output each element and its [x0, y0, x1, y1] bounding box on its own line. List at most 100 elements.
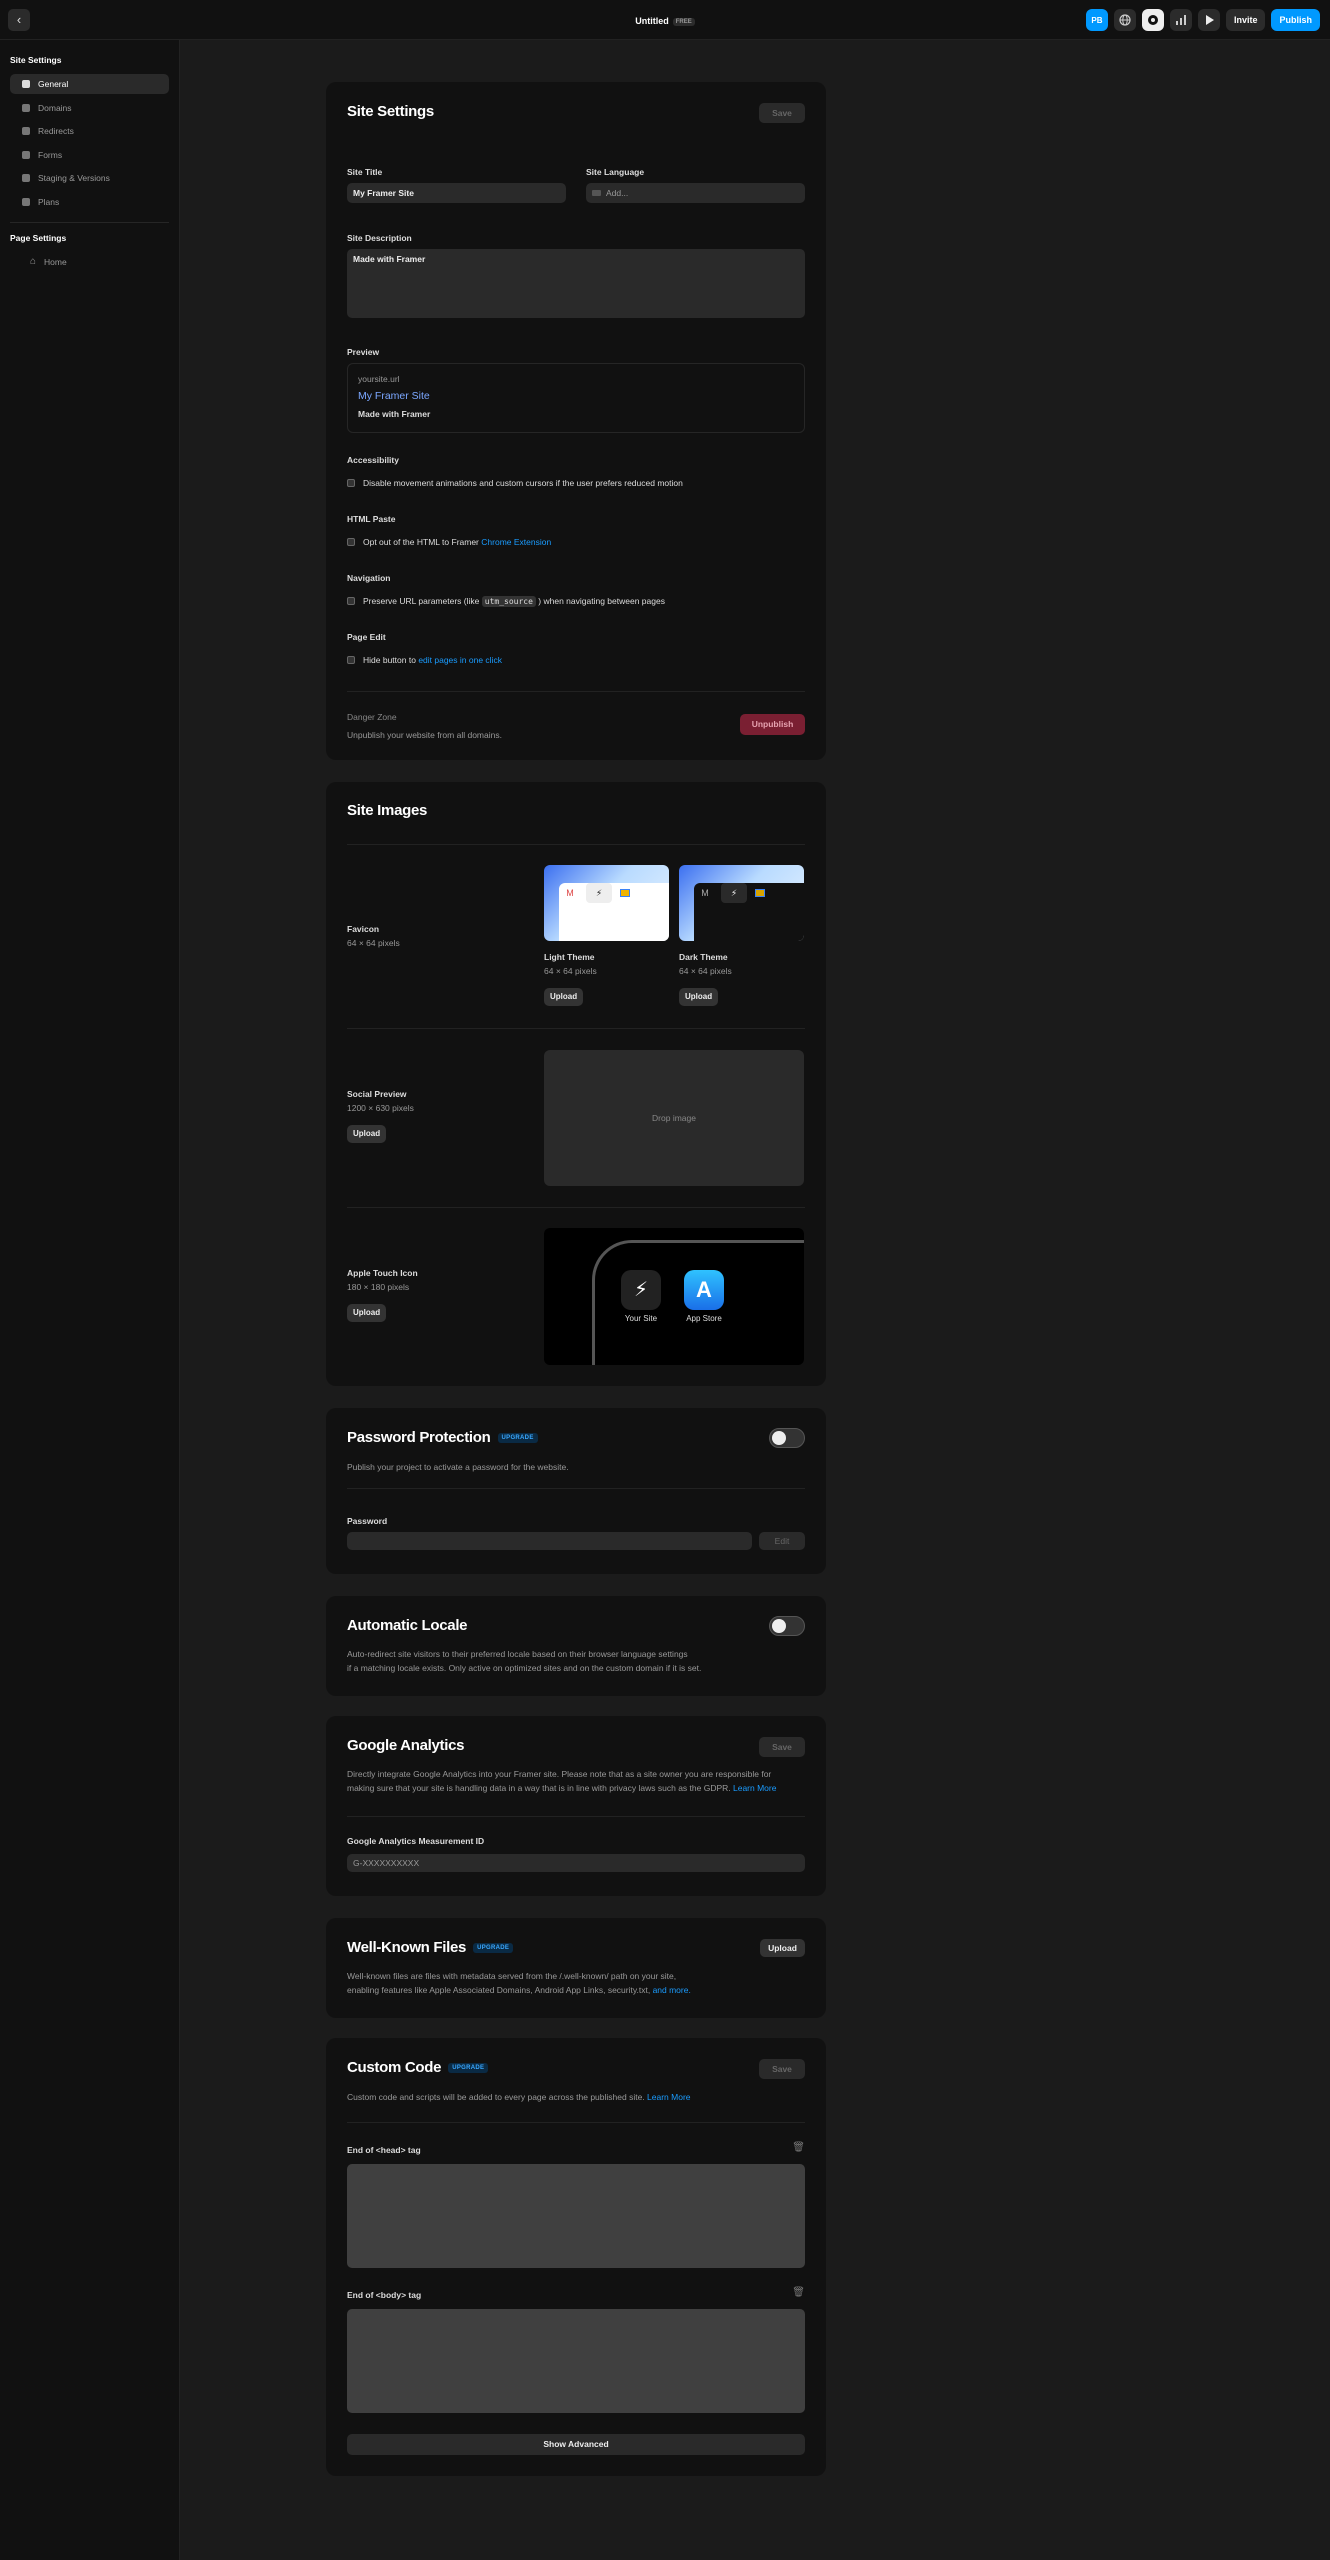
html-paste-checkbox[interactable] [347, 538, 355, 546]
learn-more-link[interactable]: Learn More [733, 1783, 776, 1793]
page-edit-checkbox[interactable] [347, 656, 355, 664]
site-language-select[interactable]: Add... [586, 183, 805, 203]
plan-badge: FREE [672, 18, 695, 26]
sidebar-item-domains[interactable]: Domains [10, 98, 169, 118]
sidebar-item-forms[interactable]: Forms [10, 145, 169, 165]
accessibility-checkbox[interactable] [347, 479, 355, 487]
social-drop-zone[interactable]: Drop image [544, 1050, 804, 1186]
html-paste-option[interactable]: Opt out of the HTML to Framer Chrome Ext… [347, 537, 551, 547]
sidebar-item-redirects[interactable]: Redirects [10, 121, 169, 141]
redirect-icon [22, 127, 30, 135]
trash-icon[interactable]: 🗑 [792, 2142, 805, 2153]
password-input[interactable] [347, 1532, 752, 1550]
password-text: Publish your project to activate a passw… [347, 1462, 569, 1472]
trash-icon[interactable]: 🗑 [792, 2287, 805, 2298]
page-edit-option[interactable]: Hide button to edit pages in one click [347, 655, 502, 665]
divider [347, 1816, 805, 1817]
light-theme-preview: M ⚡ [544, 865, 669, 941]
divider [347, 844, 805, 845]
upgrade-badge[interactable]: UPGRADE [473, 1942, 514, 1953]
password-toggle[interactable] [769, 1428, 805, 1448]
preview-label: Preview [347, 347, 380, 357]
well-known-text-2-body: enabling features like Apple Associated … [347, 1985, 651, 1995]
navigation-text-end: ) when navigating between pages [538, 596, 665, 606]
show-advanced-button[interactable]: Show Advanced [347, 2434, 805, 2455]
locale-text-1: Auto-redirect site visitors to their pre… [347, 1649, 688, 1659]
site-title-label: Site Title [347, 167, 383, 177]
edit-pages-link[interactable]: edit pages in one click [418, 655, 502, 665]
gmail-icon: M [701, 888, 709, 898]
save-button[interactable]: Save [759, 103, 805, 123]
globe-button[interactable] [1113, 9, 1136, 31]
preview-button[interactable] [1197, 9, 1220, 31]
analytics-save-button[interactable]: Save [759, 1737, 805, 1757]
sidebar-item-general[interactable]: General [10, 74, 169, 94]
body-code-textarea[interactable] [347, 2309, 805, 2413]
well-known-upload-button[interactable]: Upload [760, 1939, 805, 1957]
locale-toggle[interactable] [769, 1616, 805, 1636]
custom-code-text-body: Custom code and scripts will be added to… [347, 2092, 645, 2102]
accessibility-option[interactable]: Disable movement animations and custom c… [347, 478, 683, 488]
navigation-option[interactable]: Preserve URL parameters (like utm_source… [347, 596, 665, 607]
unpublish-button[interactable]: Unpublish [740, 714, 805, 735]
apple-upload-button[interactable]: Upload [347, 1304, 387, 1322]
slides-icon [755, 889, 765, 897]
settings-button[interactable] [1141, 9, 1164, 31]
dark-upload-button[interactable]: Upload [679, 988, 719, 1006]
sidebar-item-staging-versions[interactable]: Staging & Versions [10, 168, 169, 188]
accessibility-text: Disable movement animations and custom c… [363, 478, 683, 488]
light-upload-button[interactable]: Upload [544, 988, 584, 1006]
custom-code-text: Custom code and scripts will be added to… [347, 2090, 691, 2104]
navigation-checkbox[interactable] [347, 597, 355, 605]
divider [347, 1207, 805, 1208]
measurement-id-placeholder: G-XXXXXXXXXX [353, 1858, 420, 1868]
framer-favicon-light: ⚡ [586, 883, 612, 903]
framer-app-icon: ⚡ [621, 1270, 661, 1310]
publish-button[interactable]: Publish [1271, 9, 1320, 31]
divider [347, 1028, 805, 1029]
invite-button[interactable]: Invite [1225, 9, 1266, 31]
locale-card: Automatic Locale Auto-redirect site visi… [326, 1596, 826, 1696]
sidebar-page-label: Home [44, 256, 67, 267]
analytics-button[interactable] [1169, 9, 1192, 31]
form-icon [22, 150, 30, 159]
description-textarea[interactable]: Made with Framer [347, 249, 805, 318]
upgrade-badge[interactable]: UPGRADE [448, 2062, 489, 2073]
divider [347, 2122, 805, 2123]
sidebar-page-home[interactable]: ⌂ Home [10, 252, 169, 272]
accessibility-label: Accessibility [347, 455, 399, 465]
well-known-card: Well-Known Files UPGRADE Upload Well-know… [326, 1918, 826, 2018]
dark-theme-size: 64 × 64 pixels [679, 966, 732, 976]
head-tag-label: End of <head> tag [347, 2145, 421, 2155]
card-title: Google Analytics [347, 1737, 465, 1754]
plan-icon [22, 197, 30, 206]
preview-url: yoursite.url [358, 374, 400, 384]
page-settings-heading: Page Settings [10, 232, 67, 243]
social-upload-button[interactable]: Upload [347, 1125, 387, 1143]
preview-title: My Framer Site [358, 390, 430, 402]
divider [347, 1488, 805, 1489]
sidebar-item-plans[interactable]: Plans [10, 192, 169, 212]
sidebar: Site Settings General Domains Redirects For… [0, 40, 180, 2560]
bar-chart-icon [1175, 15, 1186, 25]
apple-touch-size: 180 × 180 pixels [347, 1282, 410, 1292]
sidebar-item-label: Domains [38, 102, 72, 113]
upgrade-badge[interactable]: UPGRADE [497, 1432, 538, 1443]
chrome-extension-link[interactable]: Chrome Extension [481, 537, 551, 547]
and-more-link[interactable]: and more. [653, 1985, 691, 1995]
card-title-row: Well-Known Files UPGRADE [347, 1939, 805, 1956]
user-avatar[interactable]: PB [1085, 9, 1108, 31]
password-label: Password [347, 1516, 388, 1526]
favicon-label: Favicon [347, 924, 380, 934]
sidebar-divider [10, 221, 169, 223]
edit-password-button[interactable]: Edit [759, 1532, 805, 1550]
learn-more-link[interactable]: Learn More [647, 2092, 690, 2102]
well-known-text-1: Well-known files are files with metadata… [347, 1971, 677, 1981]
card-title: Well-Known Files [347, 1939, 467, 1956]
site-title-input[interactable]: My Framer Site [347, 183, 566, 203]
head-code-textarea[interactable] [347, 2164, 805, 2268]
measurement-id-input[interactable]: G-XXXXXXXXXX [347, 1854, 805, 1872]
custom-code-save-button[interactable]: Save [759, 2059, 805, 2079]
play-icon [1205, 15, 1214, 25]
slides-icon [620, 889, 630, 897]
